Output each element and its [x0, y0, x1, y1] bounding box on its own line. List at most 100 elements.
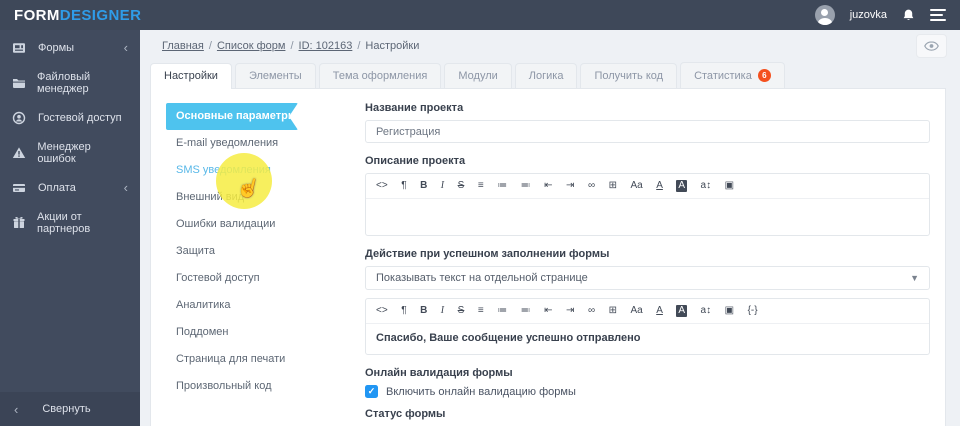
strikethrough-icon[interactable]: S: [458, 180, 465, 192]
background-color-icon[interactable]: A: [676, 305, 688, 317]
text-color-icon[interactable]: A: [656, 305, 663, 317]
font-size-icon[interactable]: a↕: [701, 305, 712, 317]
code-view-icon[interactable]: <>: [376, 305, 388, 317]
avatar[interactable]: [814, 5, 835, 25]
unordered-list-icon[interactable]: ≕: [521, 305, 531, 317]
error-manager-icon: [12, 146, 26, 160]
settings-menu-item-validation-errors[interactable]: Ошибки валидации: [151, 211, 356, 238]
tab-elements[interactable]: Элементы: [234, 63, 316, 88]
sidebar-item-file-manager[interactable]: Файловый менеджер: [0, 65, 140, 100]
project-name-input[interactable]: [365, 120, 930, 143]
link-icon[interactable]: ∞: [588, 305, 595, 317]
sidebar-item-label: Формы: [38, 41, 75, 54]
breadcrumb-item: Настройки: [365, 39, 420, 52]
tab-settings[interactable]: Настройки: [150, 63, 232, 89]
sidebar: Формы ‹ Файловый менеджер Гостевой доступ Ме…: [0, 30, 140, 426]
italic-icon[interactable]: I: [441, 305, 444, 317]
sidebar-item-payment[interactable]: Оплата ‹: [0, 170, 140, 205]
guest-access-icon: [12, 111, 27, 125]
success-message-editor-body[interactable]: Спасибо, Ваше сообщение успешно отправле…: [366, 324, 929, 354]
sidebar-item-error-manager[interactable]: Менеджер ошибок: [0, 135, 140, 170]
table-icon[interactable]: ⊞: [609, 180, 617, 192]
tab-badge: 6: [757, 69, 771, 82]
username[interactable]: juzovka: [850, 9, 887, 21]
sidebar-item-guest-access[interactable]: Гостевой доступ: [0, 100, 140, 135]
breadcrumb-bar: Главная / Список форм / ID: 102163 / Настройки: [140, 30, 960, 61]
tab-theme[interactable]: Тема оформления: [318, 63, 442, 88]
font-family-icon[interactable]: Aa: [630, 180, 642, 192]
payment-icon: [12, 181, 27, 195]
settings-menu-item-protection[interactable]: Защита: [151, 238, 356, 265]
settings-menu-item-guest-access[interactable]: Гостевой доступ: [151, 265, 356, 292]
checkbox-checked-icon[interactable]: ✓: [365, 385, 378, 398]
paragraph-format-icon[interactable]: ¶: [401, 180, 406, 192]
top-header: FORMDESIGNER juzovka: [0, 0, 960, 30]
tab-label: Статистика: [694, 69, 752, 82]
sidebar-item-label: Файловый менеджер: [37, 70, 91, 95]
sidebar-item-forms[interactable]: Формы ‹: [0, 30, 140, 65]
forms-icon: [12, 41, 27, 55]
paragraph-format-icon[interactable]: ¶: [401, 305, 406, 317]
app-logo[interactable]: FORMDESIGNER: [14, 7, 141, 24]
breadcrumb: Главная / Список форм / ID: 102163 / Настройки: [162, 40, 419, 52]
font-family-icon[interactable]: Aa: [630, 305, 642, 317]
indent-icon[interactable]: ⇥: [566, 180, 574, 192]
outdent-icon[interactable]: ⇤: [544, 180, 552, 192]
settings-menu-item-subdomain[interactable]: Поддомен: [151, 319, 356, 346]
background-color-icon[interactable]: A: [676, 180, 688, 192]
online-validation-checkbox-label: Включить онлайн валидацию формы: [386, 385, 576, 398]
tab-logic[interactable]: Логика: [514, 63, 578, 88]
code-view-icon[interactable]: <>: [376, 180, 388, 192]
success-message-editor-toolbar: <> ¶ B I S ≡ ≔ ≕ ⇤ ⇥ ∞ ⊞ Aa A Aa↕ ▣ {-}: [366, 299, 929, 324]
project-name-label: Название проекта: [365, 102, 464, 114]
strikethrough-icon[interactable]: S: [458, 305, 465, 317]
settings-menu-item-analytics[interactable]: Аналитика: [151, 292, 356, 319]
table-icon[interactable]: ⊞: [609, 305, 617, 317]
bold-icon[interactable]: B: [420, 305, 427, 317]
success-action-selected: Показывать текст на отдельной странице: [376, 272, 588, 284]
sidebar-item-label: Акции от партнеров: [37, 210, 91, 235]
notifications-bell-icon[interactable]: [902, 8, 915, 22]
indent-icon[interactable]: ⇥: [566, 305, 574, 317]
align-icon[interactable]: ≡: [478, 180, 484, 192]
collapse-label: Свернуть: [42, 403, 91, 415]
settings-menu-item-print-page[interactable]: Страница для печати: [151, 346, 356, 373]
tab-statistics[interactable]: Статистика 6: [680, 62, 785, 88]
tab-label: Получить код: [594, 70, 664, 82]
menu-hamburger-icon[interactable]: [930, 7, 946, 23]
unordered-list-icon[interactable]: ≕: [521, 180, 531, 192]
breadcrumb-separator: /: [357, 39, 361, 52]
tab-get-code[interactable]: Получить код: [580, 63, 678, 88]
settings-menu-item-custom-code[interactable]: Произвольный код: [151, 373, 356, 400]
text-color-icon[interactable]: A: [656, 180, 663, 192]
breadcrumb-item[interactable]: Главная: [162, 40, 204, 52]
align-icon[interactable]: ≡: [478, 305, 484, 317]
online-validation-checkbox-row[interactable]: ✓ Включить онлайн валидацию формы: [365, 385, 930, 398]
ordered-list-icon[interactable]: ≔: [497, 305, 507, 317]
image-icon[interactable]: ▣: [725, 305, 734, 317]
bold-icon[interactable]: B: [420, 180, 427, 192]
sidebar-item-partner-promos[interactable]: Акции от партнеров: [0, 205, 140, 240]
success-action-select[interactable]: Показывать текст на отдельной странице ▼: [365, 266, 930, 290]
success-message-editor: <> ¶ B I S ≡ ≔ ≕ ⇤ ⇥ ∞ ⊞ Aa A Aa↕ ▣ {-} Спасибо, Ваше со…: [365, 298, 930, 355]
breadcrumb-item[interactable]: ID: 102163: [299, 40, 353, 52]
variables-icon[interactable]: {-}: [748, 305, 758, 317]
link-icon[interactable]: ∞: [588, 180, 595, 192]
sidebar-collapse-button[interactable]: ‹ Свернуть: [0, 392, 140, 426]
font-size-icon[interactable]: a↕: [701, 180, 712, 192]
settings-menu-item-main-params[interactable]: Основные параметры: [166, 103, 298, 130]
italic-icon[interactable]: I: [441, 180, 444, 192]
logo-text-designer: DESIGNER: [59, 6, 142, 24]
sidebar-item-label: Гостевой доступ: [38, 111, 122, 124]
tab-modules[interactable]: Модули: [444, 63, 512, 88]
preview-eye-button[interactable]: [916, 34, 947, 58]
image-icon[interactable]: ▣: [725, 180, 734, 192]
online-validation-label: Онлайн валидация формы: [365, 367, 513, 379]
outdent-icon[interactable]: ⇤: [544, 305, 552, 317]
description-editor-body[interactable]: [366, 199, 929, 235]
tab-label: Тема оформления: [332, 70, 428, 82]
breadcrumb-item[interactable]: Список форм: [217, 40, 286, 52]
settings-card: Основные параметры E-mail уведомления SMS …: [150, 88, 946, 426]
settings-menu-item-email-notifications[interactable]: E-mail уведомления: [151, 130, 356, 157]
ordered-list-icon[interactable]: ≔: [497, 180, 507, 192]
